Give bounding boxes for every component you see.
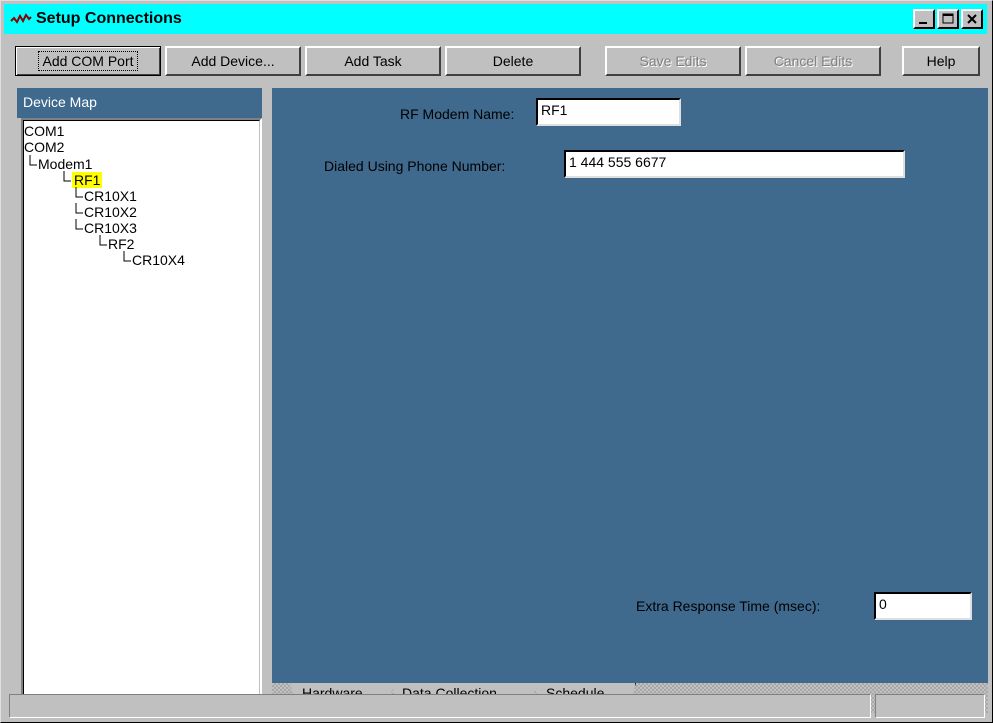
tree-content: COM1 COM2 Modem1 RF1 CR10X1 CR10X2 CR10X3 RF2 CR… [23, 120, 260, 710]
save-edits-button[interactable]: Save Edits [605, 46, 741, 76]
extra-response-time-label: Extra Response Time (msec): [636, 598, 821, 614]
rf-modem-name-label: RF Modem Name: [400, 106, 515, 122]
status-pane-main [9, 694, 871, 718]
device-map-header: Device Map [17, 88, 262, 118]
close-button[interactable] [961, 9, 983, 29]
tree-node[interactable]: RF2 [98, 235, 134, 252]
extra-response-time-field[interactable]: 0 [874, 592, 972, 620]
maximize-icon [942, 13, 954, 24]
rf-modem-name-field[interactable]: RF1 [536, 98, 681, 126]
tree-connector-icon [74, 219, 84, 233]
tree-node[interactable]: CR10X3 [74, 219, 137, 236]
save-edits-label: Save Edits [639, 53, 707, 69]
tree-connector-icon [74, 187, 84, 201]
setup-connections-window: Setup Connections Add COM Port Add Devic… [0, 0, 993, 723]
title-bar[interactable]: Setup Connections [4, 4, 987, 34]
cancel-edits-label: Cancel Edits [773, 53, 853, 69]
extra-response-time-value: 0 [879, 596, 887, 612]
tree-node[interactable]: COM2 [24, 139, 64, 155]
tree-node[interactable]: CR10X2 [74, 203, 137, 220]
tree-node[interactable]: Modem1 [28, 155, 92, 172]
phone-number-field[interactable]: 1 444 555 6677 [564, 150, 905, 178]
minimize-icon [919, 22, 927, 24]
tree-connector-icon [62, 171, 72, 185]
window-title: Setup Connections [36, 10, 182, 27]
help-button[interactable]: Help [902, 46, 980, 76]
rf-modem-name-value: RF1 [541, 102, 568, 118]
delete-label: Delete [492, 53, 534, 69]
tree-node[interactable]: CR10X4 [122, 251, 185, 268]
phone-number-value: 1 444 555 6677 [569, 154, 667, 170]
tree-node-label: COM1 [24, 123, 65, 139]
cancel-edits-button[interactable]: Cancel Edits [745, 46, 881, 76]
add-device-button[interactable]: Add Device... [165, 46, 301, 76]
tree-node[interactable]: CR10X1 [74, 187, 137, 204]
phone-number-label: Dialed Using Phone Number: [324, 158, 506, 174]
close-icon [967, 14, 977, 24]
tree-connector-icon [98, 235, 108, 249]
tree-node-label: CR10X2 [84, 204, 137, 220]
minimize-button[interactable] [913, 9, 935, 29]
status-bar [9, 694, 988, 720]
maximize-button[interactable] [937, 9, 959, 29]
tree-connector-icon [74, 203, 84, 217]
add-device-label: Add Device... [191, 53, 275, 69]
tree-node[interactable]: COM1 [24, 123, 64, 139]
help-label: Help [926, 53, 956, 69]
tree-node-label: RF2 [108, 236, 135, 252]
app-icon [10, 11, 32, 27]
tree-node-label: CR10X4 [132, 252, 185, 268]
tree-connector-icon [122, 251, 132, 265]
add-com-port-button[interactable]: Add COM Port [15, 46, 161, 76]
tree-node-label: Modem1 [38, 156, 93, 172]
hardware-panel: RF Modem Name: RF1 Dialed Using Phone Nu… [272, 88, 988, 713]
tree-node-label: COM2 [24, 139, 65, 155]
device-map-tree[interactable]: COM1 COM2 Modem1 RF1 CR10X1 CR10X2 CR10X3 RF2 CR… [21, 118, 262, 712]
tree-node-label: RF1 [72, 172, 103, 188]
status-pane-secondary [875, 694, 985, 718]
add-com-port-label: Add COM Port [38, 51, 138, 71]
device-map-title: Device Map [23, 94, 97, 110]
add-task-label: Add Task [344, 53, 402, 69]
delete-button[interactable]: Delete [445, 46, 581, 76]
add-task-button[interactable]: Add Task [305, 46, 441, 76]
tree-node[interactable]: RF1 [62, 171, 103, 188]
tree-node-label: CR10X3 [84, 220, 137, 236]
tree-connector-icon [28, 155, 38, 169]
tree-node-label: CR10X1 [84, 188, 137, 204]
